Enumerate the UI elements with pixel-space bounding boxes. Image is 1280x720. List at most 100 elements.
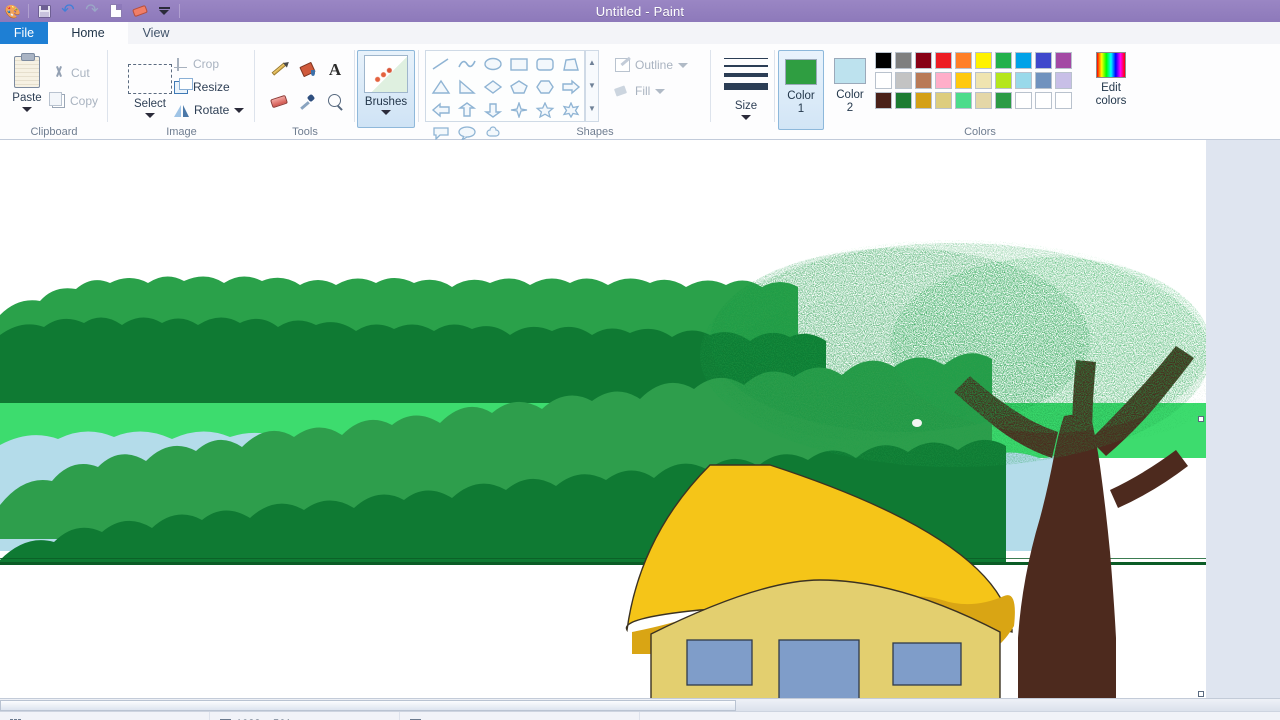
shape-line[interactable] xyxy=(428,52,454,75)
text-tool[interactable]: A xyxy=(323,58,347,80)
crop-button[interactable]: Crop xyxy=(174,57,219,71)
palette-swatch-2-2[interactable] xyxy=(915,92,932,109)
edit-colors-label: Edit colors xyxy=(1095,82,1127,107)
palette-swatch-0-0[interactable] xyxy=(875,52,892,69)
paint-app-icon[interactable]: 🎨 xyxy=(4,2,22,20)
size-button[interactable]: Size xyxy=(719,52,773,128)
palette-swatch-0-7[interactable] xyxy=(1015,52,1032,69)
palette-swatch-2-6[interactable] xyxy=(995,92,1012,109)
paste-button[interactable]: Paste xyxy=(6,52,48,130)
qat-divider-2 xyxy=(179,4,180,18)
shape-six-point-star[interactable] xyxy=(558,98,584,121)
shape-pentagon[interactable] xyxy=(506,75,532,98)
palette-swatch-0-1[interactable] xyxy=(895,52,912,69)
house-door xyxy=(778,639,860,698)
palette-swatch-0-4[interactable] xyxy=(955,52,972,69)
redo-icon[interactable]: ↷ xyxy=(83,2,101,20)
shapes-expand-icon[interactable]: ▼ xyxy=(588,105,596,113)
palette-swatch-1-5[interactable] xyxy=(975,72,992,89)
rotate-button[interactable]: Rotate xyxy=(174,103,245,117)
shape-oval[interactable] xyxy=(480,52,506,75)
palette-swatch-1-1[interactable] xyxy=(895,72,912,89)
outline-label: Outline xyxy=(635,58,674,72)
save-icon[interactable] xyxy=(35,2,53,20)
tab-file[interactable]: File xyxy=(0,22,48,44)
selection-rect-icon xyxy=(128,64,172,94)
magnifier-tool[interactable] xyxy=(323,90,347,112)
palette-swatch-2-3[interactable] xyxy=(935,92,952,109)
new-file-icon[interactable] xyxy=(107,2,125,20)
palette-swatch-1-7[interactable] xyxy=(1015,72,1032,89)
palette-swatch-2-8[interactable] xyxy=(1035,92,1052,109)
shapes-scrollbar[interactable]: ▲ ▼ ▼ xyxy=(585,50,599,122)
color-2-button[interactable]: Color 2 xyxy=(827,50,873,130)
pencil-tool[interactable] xyxy=(267,58,291,80)
palette-swatch-2-9[interactable] xyxy=(1055,92,1072,109)
palette-swatch-2-5[interactable] xyxy=(975,92,992,109)
canvas-handle-right[interactable] xyxy=(1198,416,1204,422)
shape-triangle[interactable] xyxy=(428,75,454,98)
size-dropdown-icon[interactable] xyxy=(741,115,751,120)
brushes-dropdown-icon[interactable] xyxy=(381,110,391,115)
palette-swatch-1-3[interactable] xyxy=(935,72,952,89)
shape-curve[interactable] xyxy=(454,52,480,75)
palette-swatch-0-3[interactable] xyxy=(935,52,952,69)
rotate-dropdown-icon[interactable] xyxy=(234,107,245,113)
fill-dropdown-icon[interactable] xyxy=(655,88,666,94)
palette-swatch-1-9[interactable] xyxy=(1055,72,1072,89)
horizontal-scrollbar[interactable] xyxy=(0,698,1280,711)
palette-swatch-1-6[interactable] xyxy=(995,72,1012,89)
shapes-scroll-up-icon[interactable]: ▲ xyxy=(588,58,596,67)
shape-up-arrow[interactable] xyxy=(454,98,480,121)
palette-swatch-0-2[interactable] xyxy=(915,52,932,69)
palette-swatch-1-2[interactable] xyxy=(915,72,932,89)
tab-home[interactable]: Home xyxy=(48,22,128,44)
shape-four-point-star[interactable] xyxy=(506,98,532,121)
palette-swatch-2-1[interactable] xyxy=(895,92,912,109)
palette-swatch-2-0[interactable] xyxy=(875,92,892,109)
shape-five-point-star[interactable] xyxy=(532,98,558,121)
resize-label: Resize xyxy=(193,80,230,94)
fill-tool[interactable] xyxy=(295,58,319,80)
palette-swatch-1-0[interactable] xyxy=(875,72,892,89)
horizontal-scroll-thumb[interactable] xyxy=(0,700,736,711)
paste-dropdown-icon[interactable] xyxy=(22,107,32,112)
drawing-canvas[interactable] xyxy=(0,140,1206,698)
palette-swatch-1-8[interactable] xyxy=(1035,72,1052,89)
resize-button[interactable]: Resize xyxy=(174,77,230,94)
palette-swatch-0-5[interactable] xyxy=(975,52,992,69)
eraser-icon[interactable] xyxy=(131,2,149,20)
shapes-scroll-down-icon[interactable]: ▼ xyxy=(588,81,596,90)
shape-right-arrow[interactable] xyxy=(558,75,584,98)
shape-rectangle[interactable] xyxy=(506,52,532,75)
eraser-tool[interactable] xyxy=(267,90,291,112)
palette-swatch-1-4[interactable] xyxy=(955,72,972,89)
shape-rounded-rectangle[interactable] xyxy=(532,52,558,75)
color-picker-tool[interactable] xyxy=(295,90,319,112)
palette-swatch-0-9[interactable] xyxy=(1055,52,1072,69)
palette-swatch-2-7[interactable] xyxy=(1015,92,1032,109)
shape-diamond[interactable] xyxy=(480,75,506,98)
color-palette[interactable] xyxy=(875,52,1074,111)
shape-down-arrow[interactable] xyxy=(480,98,506,121)
copy-button[interactable]: Copy xyxy=(49,92,98,108)
shape-hexagon[interactable] xyxy=(532,75,558,98)
undo-icon[interactable]: ↶ xyxy=(59,2,77,20)
palette-swatch-0-8[interactable] xyxy=(1035,52,1052,69)
tab-view[interactable]: View xyxy=(128,22,184,44)
edit-colors-button[interactable]: Edit colors xyxy=(1083,52,1139,130)
palette-swatch-0-6[interactable] xyxy=(995,52,1012,69)
customize-qat-icon[interactable] xyxy=(155,2,173,20)
shape-left-arrow[interactable] xyxy=(428,98,454,121)
brushes-button[interactable]: Brushes xyxy=(357,50,415,128)
shape-polygon[interactable] xyxy=(558,52,584,75)
select-dropdown-icon[interactable] xyxy=(145,113,155,118)
cut-button[interactable]: Cut xyxy=(52,66,90,80)
outline-button[interactable]: Outline xyxy=(615,58,689,72)
canvas-handle-bottom-right[interactable] xyxy=(1198,691,1204,697)
outline-dropdown-icon[interactable] xyxy=(678,62,689,68)
color-1-button[interactable]: Color 1 xyxy=(778,50,824,130)
shape-right-triangle[interactable] xyxy=(454,75,480,98)
palette-swatch-2-4[interactable] xyxy=(955,92,972,109)
fill-button[interactable]: Fill xyxy=(615,84,666,98)
